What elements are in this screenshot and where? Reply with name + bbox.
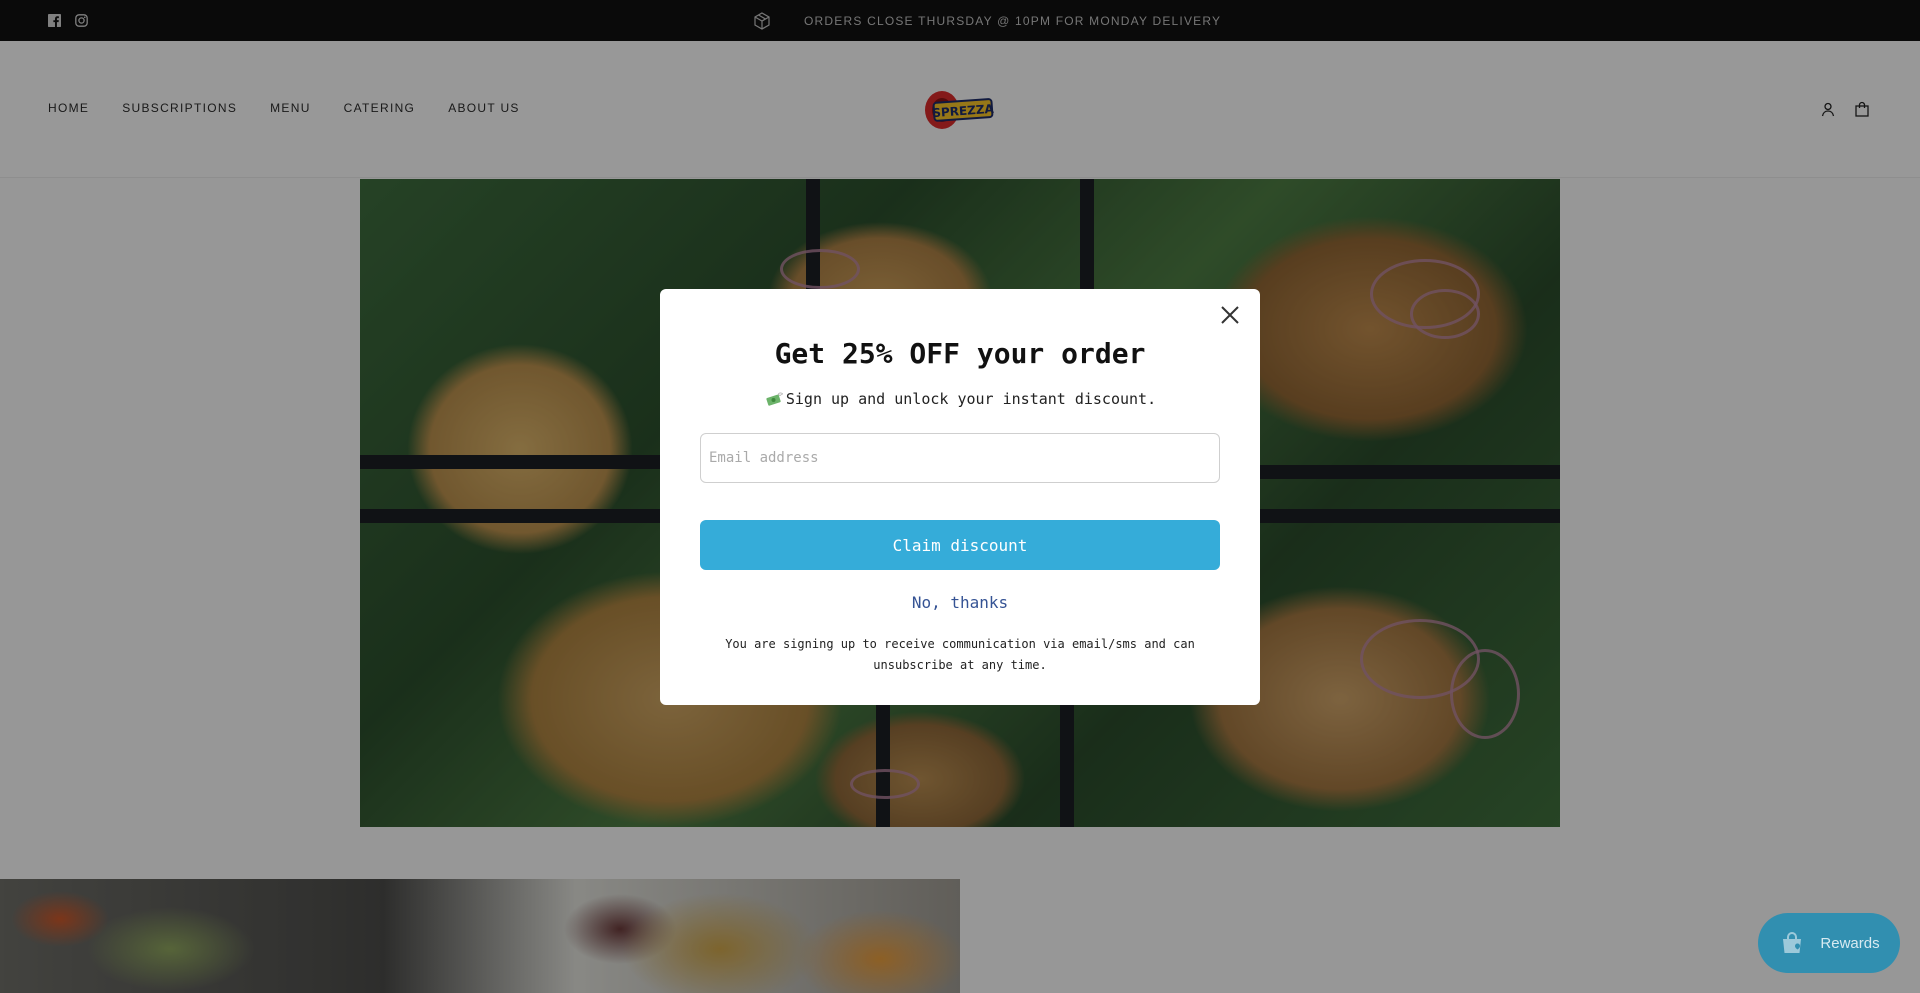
email-input[interactable] [700,433,1220,483]
money-with-wings-icon [764,391,784,407]
rewards-button[interactable]: Rewards [1758,913,1900,973]
popup-subtitle: Sign up and unlock your instant discount… [660,390,1260,408]
consent-disclaimer: You are signing up to receive communicat… [725,637,1195,672]
discount-popup: Get 25% OFF your order Sign up and unloc… [660,289,1260,705]
no-thanks-link[interactable]: No, thanks [660,593,1260,612]
close-icon[interactable] [1216,301,1244,329]
gift-bag-icon [1783,932,1802,953]
popup-subtitle-text: Sign up and unlock your instant discount… [785,390,1157,408]
popup-title: Get 25% OFF your order [774,337,1146,370]
rewards-label: Rewards [1820,934,1880,952]
claim-discount-button[interactable]: Claim discount [700,520,1220,570]
